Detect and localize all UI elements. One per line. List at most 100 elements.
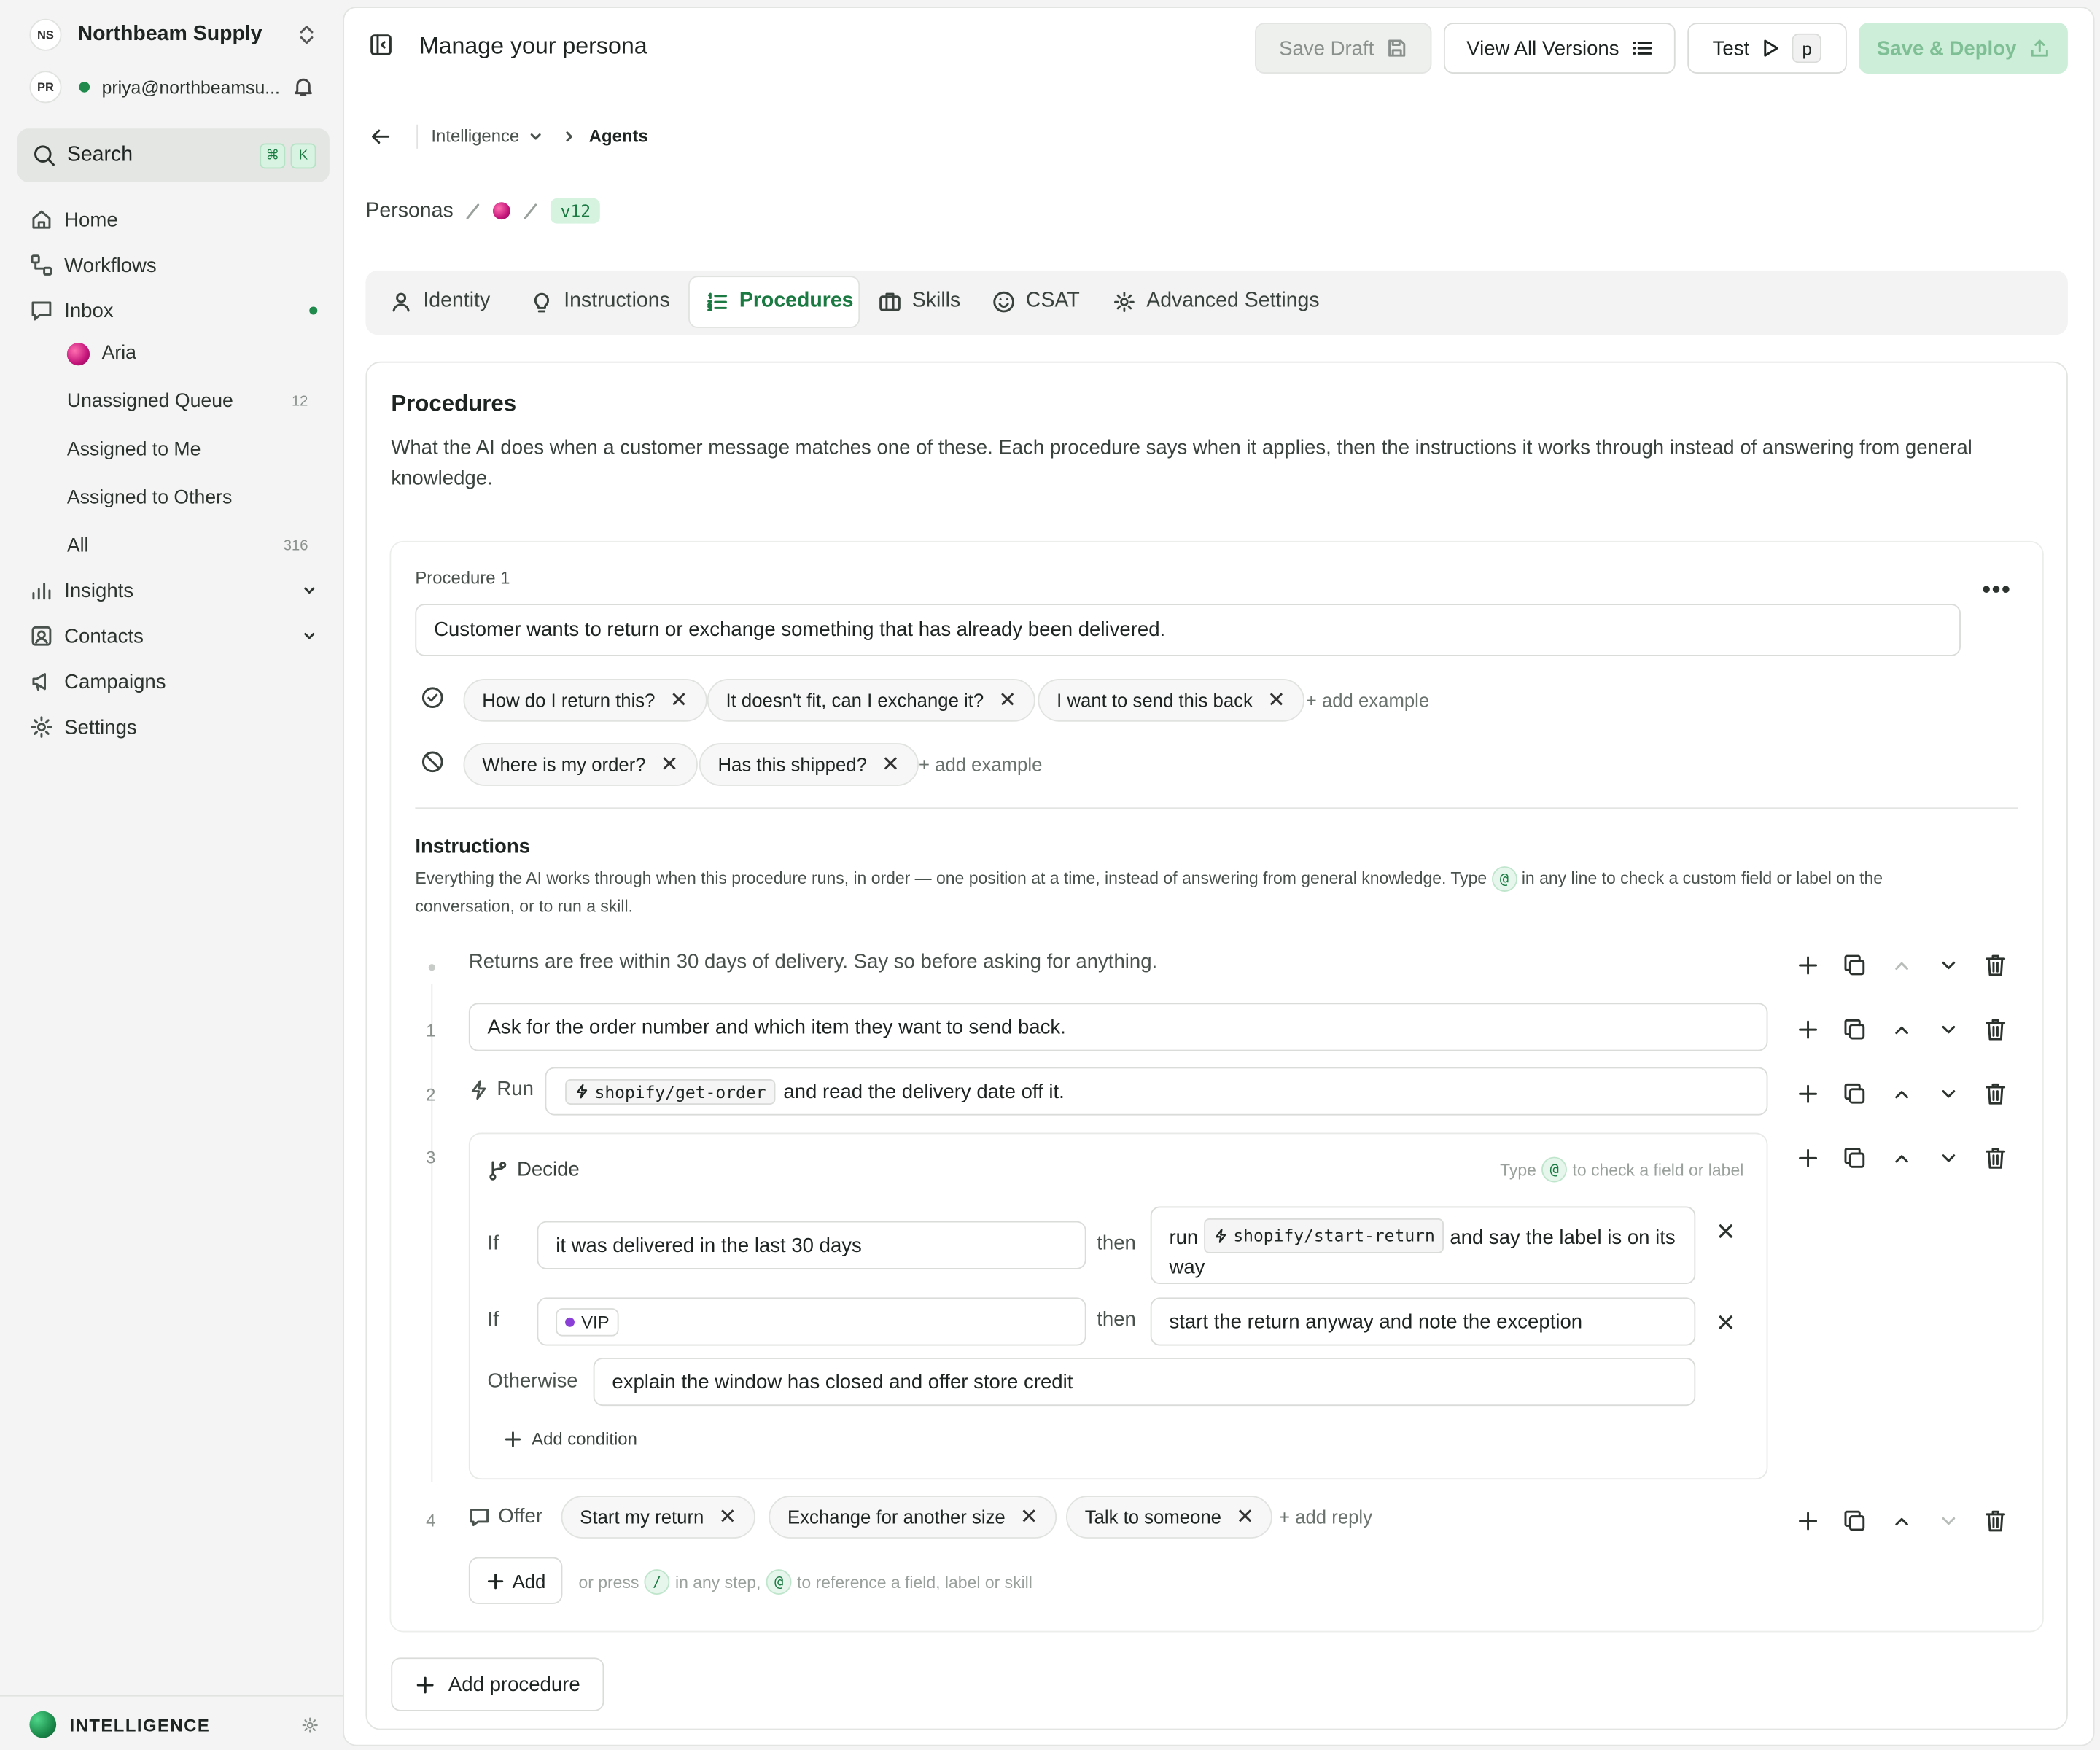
view-all-versions-button[interactable]: View All Versions [1443,23,1676,74]
trash-icon[interactable] [1982,1016,2009,1043]
inbox-item-assigned-to-me[interactable]: Assigned to Me [67,427,308,472]
add-condition-button[interactable]: Add condition [504,1428,637,1449]
chevron-up-icon[interactable] [1889,1081,1916,1108]
chevron-down-icon[interactable] [1935,952,1962,979]
close-icon[interactable]: ✕ [998,687,1016,714]
chevron-down-icon[interactable] [1935,1508,1962,1535]
workspace-switcher[interactable]: NS Northbeam Supply [29,18,332,51]
test-button[interactable]: Test p [1687,23,1847,74]
add-step-button[interactable]: Add [468,1557,563,1604]
nav-contacts[interactable]: Contacts [18,613,330,658]
add-positive-example-link[interactable]: + add example [1306,690,1429,711]
persona-path-root[interactable]: Personas [365,199,453,223]
close-icon[interactable]: ✕ [1267,687,1286,714]
lightning-icon [469,1078,489,1100]
gear-icon[interactable] [301,1716,319,1733]
positive-example-chip[interactable]: How do I return this? ✕ [463,679,707,722]
inbox-item-all[interactable]: All 316 [67,524,308,569]
tab-csat[interactable]: CSAT [992,276,1080,327]
procedure-trigger-input[interactable]: Customer wants to return or exchange som… [415,604,1961,656]
negative-example-chip[interactable]: Where is my order? ✕ [463,743,698,786]
plus-icon[interactable] [1794,952,1821,979]
chevron-updown-icon [298,24,316,45]
note-text[interactable]: Returns are free within 30 days of deliv… [469,951,1157,973]
tab-procedures[interactable]: Procedures [706,276,854,327]
plus-icon[interactable] [1794,1081,1821,1108]
skill-chip[interactable]: shopify/get-order [565,1078,776,1105]
copy-icon[interactable] [1841,1016,1868,1043]
back-arrow-icon[interactable] [370,126,391,147]
close-icon[interactable]: ✕ [1236,1504,1254,1531]
positive-example-chip[interactable]: I want to send this back ✕ [1038,679,1304,722]
label-chip[interactable]: VIP [556,1307,619,1336]
close-icon[interactable]: ✕ [661,751,679,778]
quick-reply-chip[interactable]: Talk to someone ✕ [1066,1496,1273,1539]
more-options-icon[interactable]: ••• [1982,576,2011,604]
quick-reply-chip[interactable]: Start my return ✕ [561,1496,755,1539]
smiley-icon [992,290,1015,313]
condition-if-input[interactable]: VIP [537,1297,1086,1346]
search-button[interactable]: Search ⌘ K [17,128,330,182]
close-icon[interactable]: ✕ [1020,1504,1038,1531]
step-1-input[interactable]: Ask for the order number and which item … [468,1003,1768,1051]
plus-icon[interactable] [1794,1016,1821,1043]
trash-icon[interactable] [1982,1145,2009,1172]
sidebar-toggle-icon[interactable] [370,34,392,56]
copy-icon[interactable] [1841,1081,1868,1108]
tab-skills[interactable]: Skills [879,276,960,327]
condition-then-input[interactable]: run shopify/start-return and say the lab… [1150,1206,1696,1285]
add-reply-link[interactable]: + add reply [1279,1506,1372,1528]
nav-settings[interactable]: Settings [18,704,330,750]
tab-instructions[interactable]: Instructions [530,276,670,327]
nav-workflows[interactable]: Workflows [18,242,330,287]
chevron-down-icon[interactable] [1935,1016,1962,1043]
plus-icon[interactable] [1794,1508,1821,1535]
inbox-item-aria[interactable]: Aria [66,331,308,376]
chevron-down-icon[interactable] [1935,1145,1962,1172]
copy-icon[interactable] [1841,1145,1868,1172]
skill-chip[interactable]: shopify/start-return [1203,1218,1444,1253]
plus-icon[interactable] [1794,1145,1821,1172]
chevron-up-icon[interactable] [1889,1508,1916,1535]
trash-icon[interactable] [1982,952,2009,979]
ban-icon [421,750,445,774]
close-icon[interactable]: ✕ [719,1504,737,1531]
close-icon[interactable]: ✕ [882,751,900,778]
chevron-down-icon[interactable] [527,128,543,144]
nav-inbox[interactable]: Inbox [18,288,330,333]
step-text: Ask for the order number and which item … [487,1015,1066,1039]
inbox-item-unassigned[interactable]: Unassigned Queue 12 [67,379,308,424]
tab-advanced-settings[interactable]: Advanced Settings [1113,276,1320,327]
close-icon[interactable]: ✕ [1716,1310,1736,1338]
quick-reply-chip[interactable]: Exchange for another size ✕ [769,1496,1057,1539]
condition-if-input[interactable]: it was delivered in the last 30 days [537,1221,1086,1269]
bell-icon[interactable] [293,77,314,98]
inbox-item-assigned-to-others[interactable]: Assigned to Others [67,475,308,521]
copy-icon[interactable] [1841,952,1868,979]
chevron-up-icon[interactable] [1889,1145,1916,1172]
nav-campaigns[interactable]: Campaigns [18,658,330,704]
user-menu[interactable]: PR priya@northbeamsu... [29,71,332,104]
negative-example-chip[interactable]: Has this shipped? ✕ [699,743,919,786]
chevron-down-icon[interactable] [1935,1081,1962,1108]
save-draft-button[interactable]: Save Draft [1254,23,1432,74]
close-icon[interactable]: ✕ [670,687,688,714]
nav-home[interactable]: Home [18,197,330,242]
save-deploy-button[interactable]: Save & Deploy [1859,23,2068,74]
trash-icon[interactable] [1982,1081,2009,1108]
tab-identity[interactable]: Identity [389,276,490,327]
chevron-up-icon[interactable] [1889,952,1916,979]
trash-icon[interactable] [1982,1508,2009,1535]
step-2-input[interactable]: shopify/get-order and read the delivery … [545,1067,1768,1116]
add-procedure-button[interactable]: Add procedure [391,1657,604,1711]
add-negative-example-link[interactable]: + add example [919,754,1042,775]
breadcrumb-section[interactable]: Intelligence [431,126,519,147]
nav-insights[interactable]: Insights [18,568,330,613]
close-icon[interactable]: ✕ [1716,1218,1736,1247]
condition-then-input[interactable]: start the return anyway and note the exc… [1150,1297,1696,1346]
copy-icon[interactable] [1841,1508,1868,1535]
chevron-up-icon[interactable] [1889,1016,1916,1043]
then-label: then [1097,1232,1136,1255]
positive-example-chip[interactable]: It doesn't fit, can I exchange it? ✕ [707,679,1035,722]
otherwise-input[interactable]: explain the window has closed and offer … [593,1358,1696,1407]
